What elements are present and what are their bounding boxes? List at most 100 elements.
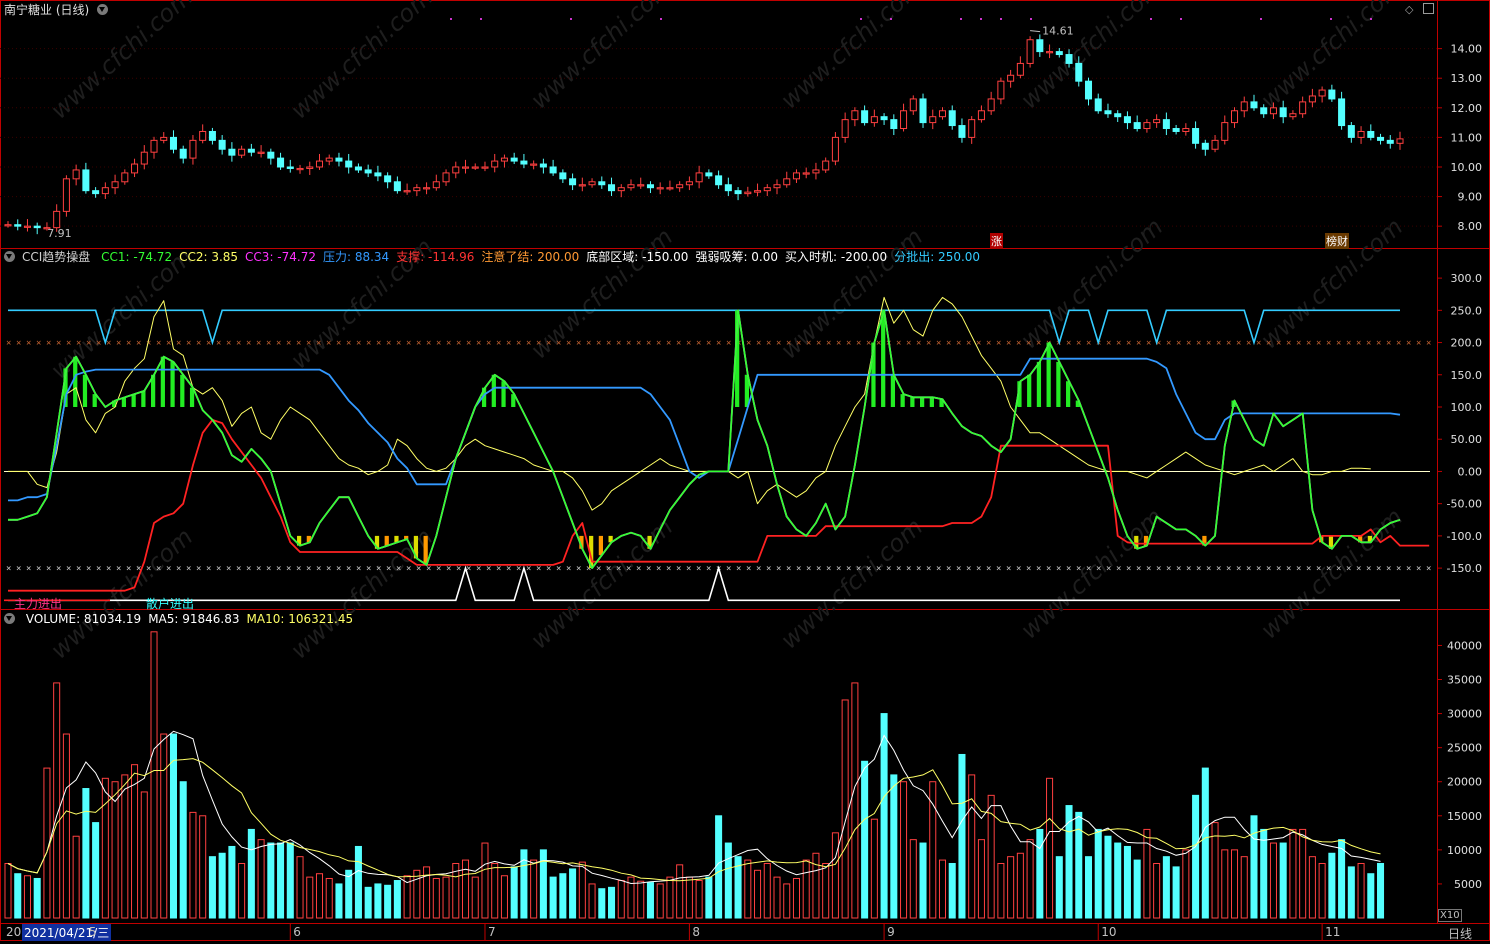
volume-bar xyxy=(1046,777,1054,919)
level-marker: × xyxy=(616,339,621,349)
volume-panel xyxy=(4,631,1385,919)
candle-body xyxy=(929,116,937,124)
level-marker: × xyxy=(6,564,11,574)
level-marker: × xyxy=(116,339,121,349)
volume-bar xyxy=(140,791,148,919)
level-marker: × xyxy=(1016,564,1021,574)
volume-bar xyxy=(656,883,664,919)
level-marker: × xyxy=(196,339,201,349)
volume-bar xyxy=(617,880,625,919)
volume-bar xyxy=(257,839,265,919)
volume-bar xyxy=(948,862,956,919)
level-marker: × xyxy=(26,564,31,574)
volume-bar xyxy=(277,842,285,919)
level-marker: × xyxy=(1366,564,1371,574)
caisun-marker[interactable]: 榜财 xyxy=(1325,233,1349,249)
strength-bar xyxy=(82,374,88,407)
volume-bar xyxy=(1094,828,1102,919)
volume-bar xyxy=(1279,842,1287,919)
level-marker: × xyxy=(566,564,571,574)
candle-body xyxy=(1377,136,1385,141)
collapse-icon[interactable] xyxy=(97,4,109,15)
candle-body xyxy=(277,157,285,168)
volume-bar xyxy=(773,876,781,919)
volume-bar xyxy=(179,781,187,919)
month-label: 10 xyxy=(1101,925,1117,939)
candle-body xyxy=(1279,107,1287,118)
volume-bar xyxy=(4,862,12,919)
level-marker: × xyxy=(146,564,151,574)
volume-bar xyxy=(792,877,800,919)
level-marker: × xyxy=(1096,564,1101,574)
level-marker: × xyxy=(1196,564,1201,574)
low-label: 7.91 xyxy=(47,227,72,240)
level-marker: × xyxy=(536,339,541,349)
volume-bar xyxy=(33,877,41,919)
level-marker: × xyxy=(206,339,211,349)
volume-bar xyxy=(393,880,401,919)
level-marker: × xyxy=(926,339,931,349)
volume-bar xyxy=(559,873,567,919)
signal-dot xyxy=(450,18,452,20)
level-marker: × xyxy=(16,564,21,574)
level-marker: × xyxy=(706,564,711,574)
level-marker: × xyxy=(106,564,111,574)
period-label[interactable]: 日线 xyxy=(1448,925,1472,942)
volume-bar xyxy=(1377,862,1385,919)
cci-collapse-icon[interactable] xyxy=(4,251,15,262)
volume-bar xyxy=(62,733,70,919)
diamond-icon[interactable]: ◇ xyxy=(1405,3,1413,16)
level-marker: × xyxy=(1346,339,1351,349)
level-marker: × xyxy=(246,564,251,574)
level-marker: × xyxy=(1346,564,1351,574)
volume-tick-label: 20000 xyxy=(1447,776,1482,789)
volume-bar xyxy=(909,839,917,919)
maximize-icon[interactable] xyxy=(1423,3,1434,14)
volume-bar xyxy=(1250,815,1258,919)
volume-bar xyxy=(374,883,382,919)
level-marker: × xyxy=(1006,339,1011,349)
level-marker: × xyxy=(1086,339,1091,349)
level-marker: × xyxy=(56,339,61,349)
candle-body xyxy=(569,178,577,186)
level-marker: × xyxy=(1286,564,1291,574)
chart-canvas[interactable]: www.cfchi.com www.cfchi.com www.cfchi.com w… xyxy=(0,0,1490,941)
candle-body xyxy=(325,157,333,162)
level-marker: × xyxy=(366,339,371,349)
level-marker: × xyxy=(596,564,601,574)
watermark-text: www.cfchi.com xyxy=(45,523,198,665)
level-marker: × xyxy=(686,564,691,574)
candle-body xyxy=(958,125,966,138)
candle-body xyxy=(1250,101,1258,109)
candle-body xyxy=(608,184,616,192)
volume-bar xyxy=(72,835,80,919)
level-marker: × xyxy=(816,564,821,574)
level-marker: × xyxy=(176,339,181,349)
current-date[interactable]: 2021/04/21/三 xyxy=(22,924,112,941)
level-marker: × xyxy=(1296,564,1301,574)
volume-bar xyxy=(1055,856,1063,919)
volume-bar xyxy=(977,839,985,919)
volume-bar xyxy=(1162,856,1170,919)
volume-bar xyxy=(442,876,450,919)
volume-bar xyxy=(754,869,762,919)
volume-collapse-icon[interactable] xyxy=(4,613,15,624)
level-marker: × xyxy=(1026,564,1031,574)
candle-body xyxy=(773,184,781,189)
candle-body xyxy=(1075,62,1083,82)
level-marker: × xyxy=(1036,564,1041,574)
watermark-text: www.cfchi.com xyxy=(525,0,678,114)
level-marker: × xyxy=(696,339,701,349)
zhang-marker[interactable]: 涨 xyxy=(990,233,1003,249)
candle-body xyxy=(1065,54,1073,64)
level-marker: × xyxy=(636,339,641,349)
volume-tick-label: 10000 xyxy=(1447,844,1482,857)
candle-body xyxy=(559,172,567,180)
watermark-text: www.cfchi.com xyxy=(775,513,928,655)
candle-body xyxy=(1162,119,1170,130)
window-controls[interactable]: ◇ xyxy=(1405,3,1434,16)
candle-body xyxy=(267,151,275,159)
volume-bar xyxy=(715,815,723,919)
candle-body xyxy=(987,98,995,112)
volume-bar xyxy=(705,876,713,919)
